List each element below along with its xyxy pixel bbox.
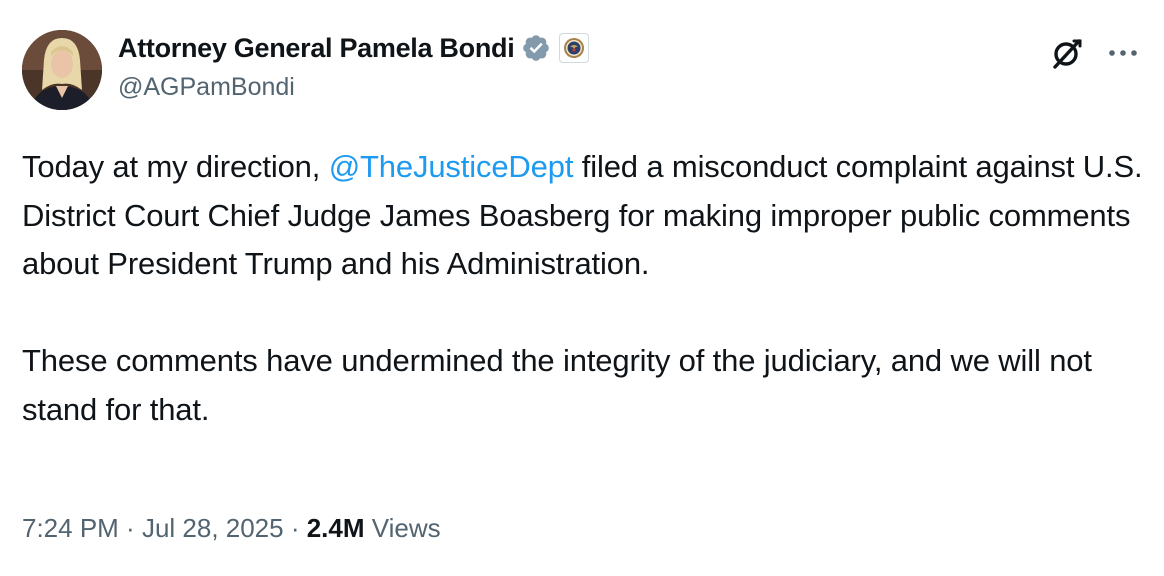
text-segment: Today at my direction,: [22, 149, 329, 184]
tweet-text: Today at my direction, @TheJusticeDept f…: [22, 143, 1147, 434]
tweet-card: Attorney General Pamela Bondi @AGPamBond…: [0, 0, 1164, 576]
tweet-actions: [1048, 34, 1142, 72]
display-name[interactable]: Attorney General Pamela Bondi: [118, 33, 515, 64]
name-row: Attorney General Pamela Bondi: [118, 31, 590, 65]
tweet-paragraph-1: Today at my direction, @TheJusticeDept f…: [22, 143, 1147, 289]
avatar-photo: [22, 30, 102, 110]
verified-checkmark-icon[interactable]: [521, 33, 551, 63]
doj-seal-icon[interactable]: [559, 33, 590, 63]
more-options-icon[interactable]: [1104, 34, 1142, 72]
grok-icon[interactable]: [1048, 34, 1086, 72]
avatar[interactable]: [22, 30, 102, 110]
handle[interactable]: @AGPamBondi: [118, 73, 589, 102]
tweet-paragraph-2: These comments have undermined the integ…: [22, 343, 1092, 427]
separator: ·: [283, 513, 307, 543]
tweet-date[interactable]: Jul 28, 2025: [142, 513, 284, 543]
views-label: Views: [364, 513, 441, 543]
separator: ·: [118, 513, 142, 543]
tweet-time[interactable]: 7:24 PM: [22, 513, 119, 543]
mention-link[interactable]: @TheJusticeDept: [329, 149, 574, 184]
views-count[interactable]: 2.4M: [307, 513, 365, 543]
tweet-metadata: 7:24 PM · Jul 28, 2025 · 2.4M Views: [22, 513, 441, 544]
author-block: Attorney General Pamela Bondi @AGPamBond…: [118, 31, 590, 102]
